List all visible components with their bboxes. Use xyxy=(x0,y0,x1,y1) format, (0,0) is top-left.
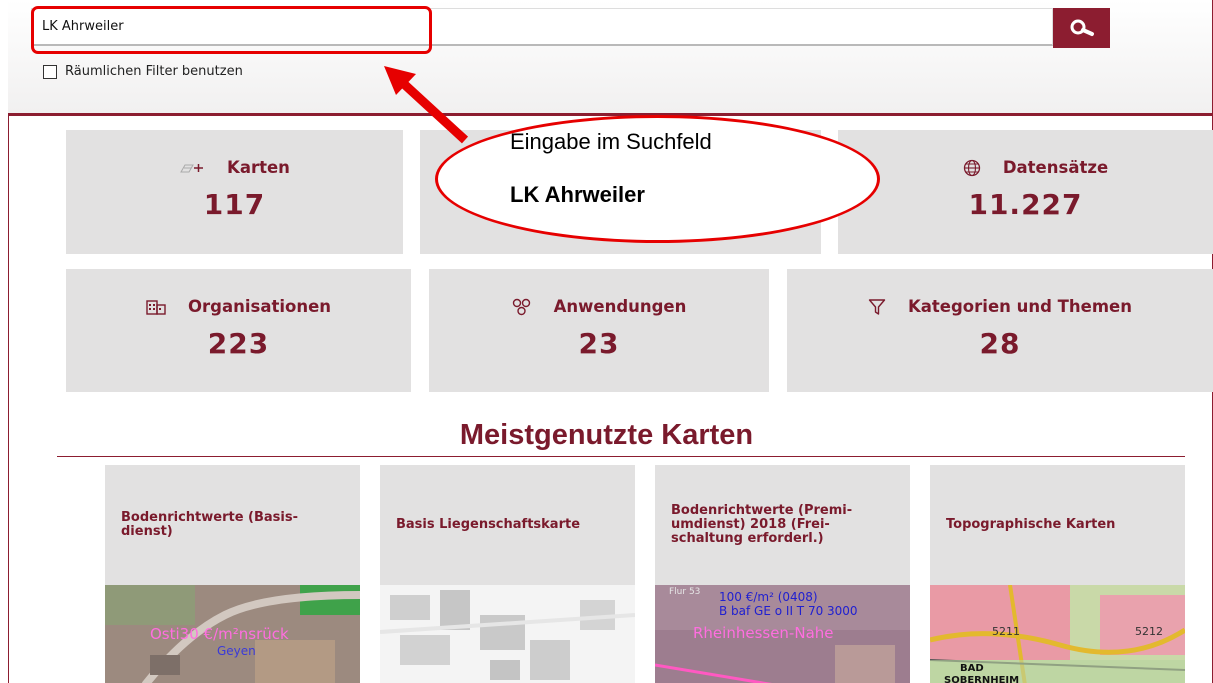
map-label: Osti30 €/m²nsrück xyxy=(150,625,289,643)
search-input[interactable] xyxy=(31,8,1053,46)
map-thumbnail xyxy=(380,585,635,683)
building-icon xyxy=(146,299,166,315)
stat-value: 28 xyxy=(979,327,1021,360)
map-card-bodenrichtwerte-basis[interactable]: Bodenrichtwerte (Basis-dienst) Osti30 €/… xyxy=(105,465,360,683)
stat-value: 117 xyxy=(203,188,266,221)
map-label: Rheinhessen-Nahe xyxy=(693,624,834,642)
spatial-filter-label: Räumlichen Filter benutzen xyxy=(65,64,243,79)
map-card-title: Basis Liegenschaftskarte xyxy=(396,517,581,532)
stat-label: Karten xyxy=(227,158,290,177)
map-thumbnail: 5211 5212 BAD SOBERNHEIM xyxy=(930,585,1185,683)
stat-tile-datensaetze[interactable]: Datensätze 11.227 xyxy=(838,130,1213,254)
map-label: SOBERNHEIM xyxy=(944,675,1019,683)
stat-tile-anwendungen[interactable]: Anwendungen 23 xyxy=(429,269,769,392)
stat-tile-organisationen[interactable]: Organisationen 223 xyxy=(66,269,411,392)
globe-icon xyxy=(963,159,980,176)
map-label: 5211 xyxy=(992,625,1020,638)
map-label: B baf GE o II T 70 3000 xyxy=(719,604,858,618)
map-add-icon xyxy=(180,163,204,172)
stat-label: Anwendungen xyxy=(553,297,687,316)
stat-tile-karten[interactable]: Karten 117 xyxy=(66,130,403,254)
map-label: BAD xyxy=(960,663,984,674)
stat-value: 23 xyxy=(578,327,620,360)
map-card-basis-liegenschaftskarte[interactable]: Basis Liegenschaftskarte xyxy=(380,465,635,683)
stat-value: 223 xyxy=(207,327,270,360)
callout-text-line1: Eingabe im Suchfeld xyxy=(510,129,712,154)
stat-tile-kategorien[interactable]: Kategorien und Themen 28 xyxy=(787,269,1213,392)
section-divider xyxy=(57,456,1185,457)
section-title: Meistgenutzte Karten xyxy=(459,419,754,451)
map-thumbnail: Flur 53 100 €/m² (0408) B baf GE o II T … xyxy=(655,585,910,683)
map-card-title: Bodenrichtwerte (Basis-dienst) xyxy=(121,510,299,539)
map-label: 100 €/m² (0408) xyxy=(719,590,818,604)
spatial-filter-row[interactable]: Räumlichen Filter benutzen xyxy=(43,64,243,79)
map-card-bodenrichtwerte-premium[interactable]: Bodenrichtwerte (Premi-umdienst) 2018 (F… xyxy=(655,465,910,683)
spatial-filter-checkbox[interactable] xyxy=(43,64,57,79)
map-label: Geyen xyxy=(217,644,256,658)
map-thumbnail: Osti30 €/m²nsrück Geyen xyxy=(105,585,360,683)
stat-label: Kategorien und Themen xyxy=(908,297,1132,316)
map-card-topographische-karten[interactable]: Topographische Karten 5211 5212 BAD SOBE… xyxy=(930,465,1185,683)
apps-icon xyxy=(512,298,530,315)
map-card-title: Topographische Karten xyxy=(946,517,1116,532)
search-button[interactable] xyxy=(1053,8,1110,48)
stat-label: Organisationen xyxy=(187,297,332,316)
search-icon xyxy=(1070,19,1094,36)
map-card-title: Bodenrichtwerte (Premi-umdienst) 2018 (F… xyxy=(671,503,853,546)
stat-value: 11.227 xyxy=(968,188,1083,221)
callout-text-line2: LK Ahrweiler xyxy=(510,182,645,207)
filter-icon xyxy=(868,298,886,315)
map-label: Flur 53 xyxy=(669,587,700,597)
map-label: 5212 xyxy=(1135,625,1163,638)
page-border-left xyxy=(8,113,9,683)
stat-label: Datensätze xyxy=(1002,158,1109,177)
